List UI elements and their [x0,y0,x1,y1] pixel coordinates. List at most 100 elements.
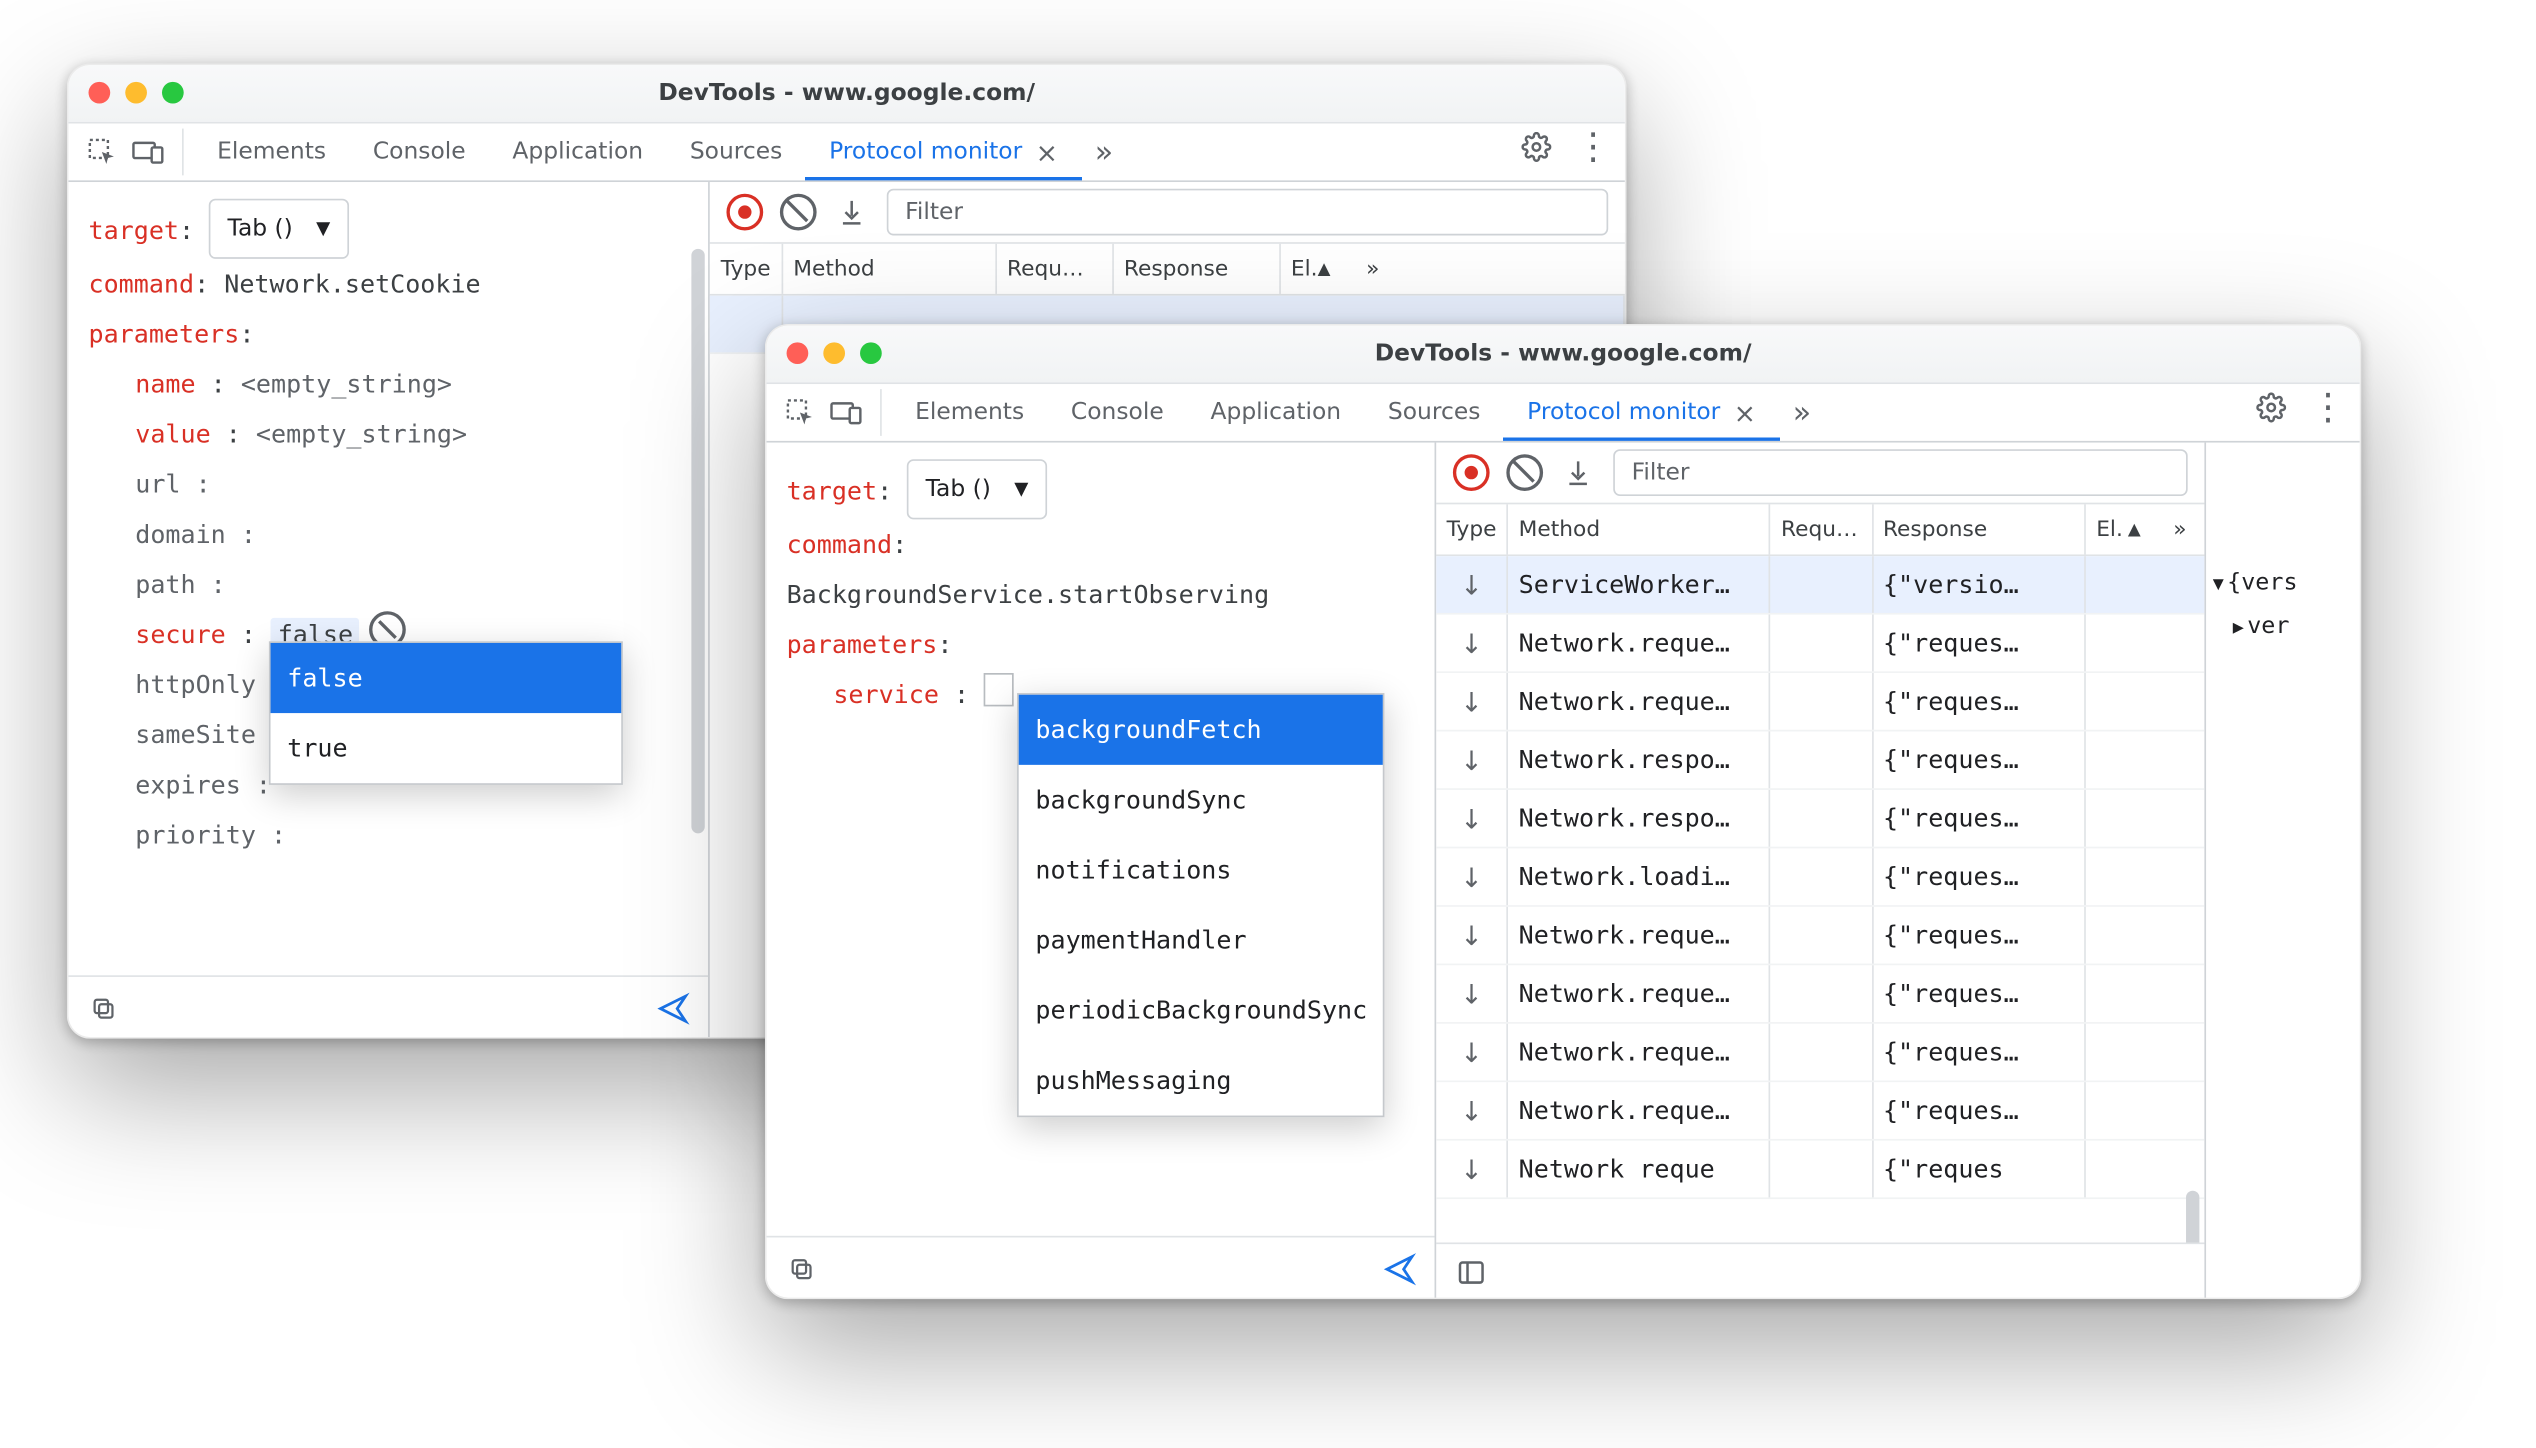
record-icon[interactable] [1453,454,1490,491]
more-vert-icon[interactable]: ⋮ [2310,389,2347,426]
table-row[interactable]: ↓ServiceWorker…{"versio… [1436,556,2204,614]
toggle-drawer-icon[interactable] [1453,1254,1490,1291]
clear-log-icon[interactable] [1506,454,1543,491]
vertical-scrollbar[interactable] [691,249,704,834]
log-rows[interactable]: ↓ServiceWorker…{"versio…↓Network.reque…{… [1436,556,2204,1242]
cell-method: Network.respo… [1509,790,1771,847]
protocol-toolbar: Filter [1436,443,2204,505]
col-response[interactable]: Response [1114,244,1281,294]
column-overflow-icon[interactable]: » [1348,244,1398,294]
minimize-icon[interactable] [125,82,147,104]
tab-console[interactable]: Console [1048,384,1188,441]
autocomplete-item[interactable]: backgroundSync [1019,765,1383,835]
command-editor[interactable]: target: Tab ()▼ command: BackgroundServi… [767,443,1435,1236]
col-request[interactable]: Requ… [1771,504,1873,554]
send-command-button[interactable] [655,990,692,1027]
close-icon[interactable] [89,82,111,104]
traffic-lights[interactable] [89,82,184,104]
close-tab-icon[interactable]: × [1036,136,1058,168]
autocomplete-item[interactable]: pushMessaging [1019,1045,1383,1115]
gear-icon[interactable] [2253,389,2290,426]
table-header[interactable]: Type Method Requ… Response El.▲ » [1436,504,2204,556]
cell-method: Network.respo… [1509,731,1771,788]
autocomplete-popup[interactable]: false true [269,641,623,785]
tabs-overflow-icon[interactable]: » [1779,395,1824,430]
maximize-icon[interactable] [162,82,184,104]
table-row[interactable]: ↓Network.reque…{"reques… [1436,673,2204,731]
filter-input[interactable]: Filter [887,189,1608,236]
autocomplete-popup[interactable]: backgroundFetch backgroundSync notificat… [1017,693,1384,1117]
tab-sources[interactable]: Sources [1365,384,1504,441]
autocomplete-item[interactable]: periodicBackgroundSync [1019,975,1383,1045]
traffic-lights[interactable] [787,342,882,364]
col-type[interactable]: Type [710,244,783,294]
tab-application[interactable]: Application [1187,384,1364,441]
column-overflow-icon[interactable]: » [2155,504,2204,554]
target-select[interactable]: Tab ()▼ [209,199,349,259]
cell-method: Network reque [1509,1141,1771,1198]
table-row[interactable]: ↓Network.reque…{"reques… [1436,907,2204,965]
command-editor[interactable]: target: Tab ()▼ command: Network.setCook… [68,182,708,975]
incoming-icon: ↓ [1460,802,1482,834]
table-row[interactable]: ↓Network.reque…{"reques… [1436,615,2204,673]
table-row[interactable]: ↓Network.reque…{"reques… [1436,1024,2204,1082]
device-toolbar-icon[interactable] [823,389,870,436]
device-toolbar-icon[interactable] [125,129,172,176]
table-row[interactable]: ↓Network.reque…{"reques… [1436,965,2204,1023]
send-command-button[interactable] [1381,1251,1418,1288]
cell-method: Network.reque… [1509,907,1771,964]
copy-icon[interactable] [85,990,122,1027]
close-icon[interactable] [787,342,809,364]
col-response[interactable]: Response [1873,504,2086,554]
inspect-element-icon[interactable] [777,389,824,436]
table-header[interactable]: Type Method Requ… Response El.▲ » [710,244,1625,296]
maximize-icon[interactable] [860,342,882,364]
gear-icon[interactable] [1518,129,1555,166]
table-row[interactable]: ↓Network.respo…{"reques… [1436,731,2204,789]
tab-elements[interactable]: Elements [194,124,350,181]
autocomplete-item[interactable]: notifications [1019,835,1383,905]
copy-icon[interactable] [783,1251,820,1288]
cell-response: {"reques… [1873,1024,2086,1081]
cell-response: {"reques [1873,1141,2086,1198]
tab-protocol-monitor[interactable]: Protocol monitor × [1504,384,1780,441]
tab-console[interactable]: Console [349,124,489,181]
tab-application[interactable]: Application [489,124,666,181]
col-elapsed[interactable]: El.▲ [1281,244,1348,294]
col-method[interactable]: Method [783,244,997,294]
incoming-icon: ↓ [1460,861,1482,893]
cell-response: {"reques… [1873,673,2086,730]
incoming-icon: ↓ [1460,1095,1482,1127]
table-row[interactable]: ↓Network reque{"reques [1436,1141,2204,1199]
record-icon[interactable] [726,194,763,231]
filter-input[interactable]: Filter [1613,449,2187,496]
col-type[interactable]: Type [1436,504,1508,554]
cell-method: Network.loadi… [1509,848,1771,905]
col-elapsed[interactable]: El.▲ [2086,504,2155,554]
more-vert-icon[interactable]: ⋮ [1575,129,1612,166]
autocomplete-item[interactable]: paymentHandler [1019,905,1383,975]
download-icon[interactable] [1560,454,1597,491]
target-select[interactable]: Tab ()▼ [907,459,1047,519]
tab-protocol-monitor[interactable]: Protocol monitor × [806,124,1082,181]
cell-response: {"reques… [1873,848,2086,905]
close-tab-icon[interactable]: × [1734,397,1756,429]
minimize-icon[interactable] [823,342,845,364]
autocomplete-item[interactable]: backgroundFetch [1019,695,1383,765]
autocomplete-item[interactable]: true [271,713,622,783]
response-json-panel[interactable]: ▼{vers ▶ver [2204,443,2359,1300]
table-row[interactable]: ↓Network.reque…{"reques… [1436,1082,2204,1140]
vertical-scrollbar[interactable] [2186,1191,2199,1243]
clear-log-icon[interactable] [780,194,817,231]
tab-sources[interactable]: Sources [666,124,805,181]
col-method[interactable]: Method [1509,504,1771,554]
table-row[interactable]: ↓ Network.loadi… {"reques… [1436,848,2204,906]
download-icon[interactable] [833,194,870,231]
inspect-element-icon[interactable] [78,129,125,176]
table-row[interactable]: ↓Network.respo…{"reques… [1436,790,2204,848]
autocomplete-item[interactable]: false [271,643,622,713]
tabs-overflow-icon[interactable]: » [1081,134,1126,169]
col-request[interactable]: Requ… [997,244,1114,294]
tab-elements[interactable]: Elements [892,384,1048,441]
service-value-input[interactable] [984,673,1014,706]
